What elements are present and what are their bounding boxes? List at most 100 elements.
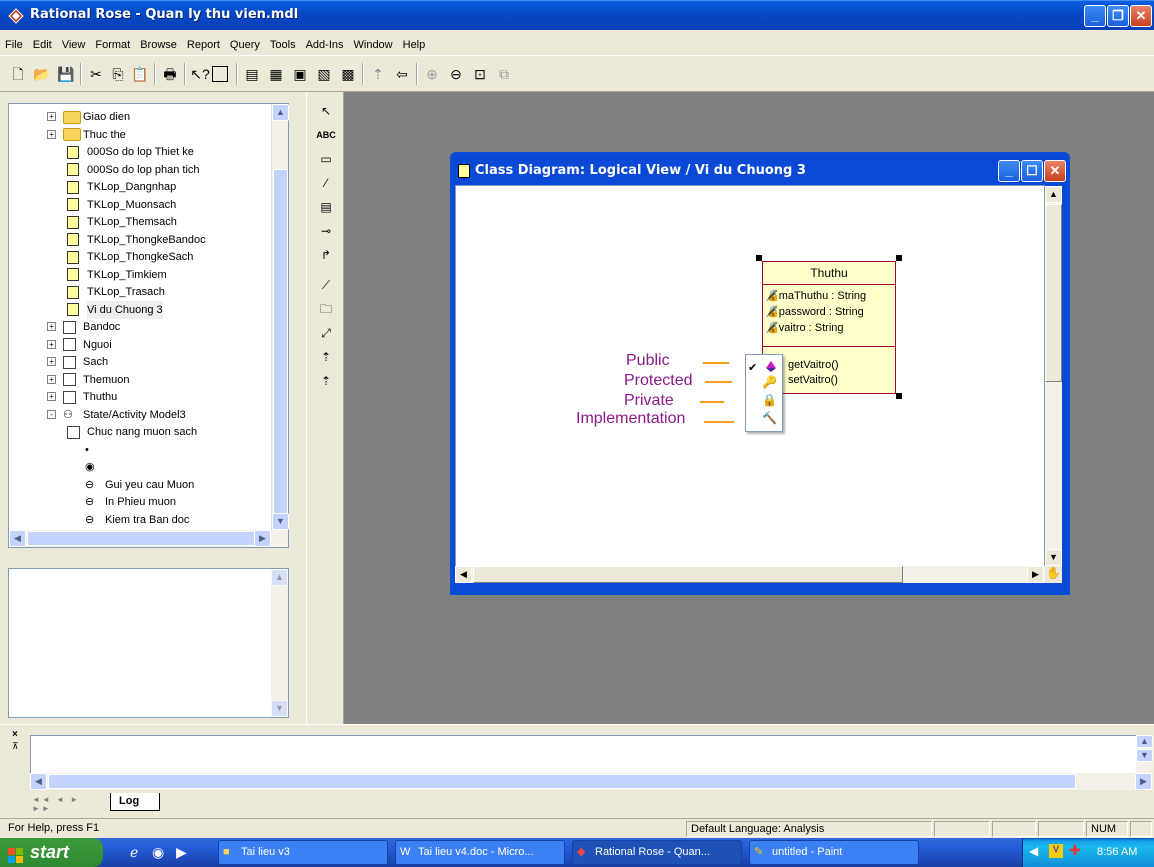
selection-handle[interactable] bbox=[896, 393, 902, 399]
canvas-scroll-right-icon[interactable]: ▶ bbox=[1027, 566, 1044, 583]
browse-deployment-diagram-icon[interactable]: ▩ bbox=[338, 64, 358, 84]
firefox-quicklaunch-icon[interactable]: ◉ bbox=[152, 844, 164, 861]
menu-browse[interactable]: Browse bbox=[135, 30, 182, 51]
save-icon[interactable]: 💾 bbox=[56, 64, 76, 84]
anchor-note-tool-icon[interactable]: ⁄ bbox=[307, 172, 345, 194]
doc-scroll-down-icon[interactable]: ▼ bbox=[271, 700, 288, 717]
tray-arrow-icon[interactable]: ◀ bbox=[1029, 844, 1038, 858]
canvas-scroll-down-icon[interactable]: ▼ bbox=[1045, 549, 1062, 566]
scroll-left-icon[interactable]: ◀ bbox=[9, 530, 26, 547]
canvas-horizontal-scrollbar[interactable]: ◀ ▶ bbox=[455, 566, 1045, 583]
task-paint[interactable]: ✎ untitled - Paint bbox=[749, 840, 919, 865]
menu-tools[interactable]: Tools bbox=[265, 30, 301, 51]
operation-row[interactable]: setVaitro() bbox=[788, 374, 838, 386]
canvas-vscroll-thumb[interactable] bbox=[1045, 204, 1062, 382]
expander-icon[interactable]: + bbox=[47, 129, 56, 139]
browse-class-diagram-icon[interactable]: ▤ bbox=[242, 64, 262, 84]
selection-handle[interactable] bbox=[756, 255, 762, 261]
protected-visibility-icon[interactable]: 🔑 bbox=[762, 375, 777, 389]
minimize-button[interactable]: _ bbox=[1084, 5, 1106, 27]
unidirectional-association-tool-icon[interactable]: ⟋ bbox=[307, 274, 345, 296]
menu-help[interactable]: Help bbox=[398, 30, 431, 51]
browse-previous-icon[interactable]: ⇦ bbox=[392, 64, 412, 84]
cut-icon[interactable]: ✂ bbox=[86, 64, 106, 84]
canvas-hscroll-thumb[interactable] bbox=[473, 566, 903, 583]
menu-file[interactable]: File bbox=[0, 30, 28, 51]
log-scroll-right-icon[interactable]: ▶ bbox=[1135, 773, 1152, 790]
doc-scroll-up-icon[interactable]: ▲ bbox=[271, 569, 288, 586]
class-tool-icon[interactable]: ▤ bbox=[307, 196, 345, 218]
log-scroll-down-icon[interactable]: ▼ bbox=[1136, 749, 1153, 762]
tree-hscroll-thumb[interactable] bbox=[27, 531, 255, 546]
package-tool-icon[interactable]: 🗀 bbox=[307, 298, 345, 320]
scroll-down-icon[interactable]: ▼ bbox=[272, 513, 289, 530]
attribute-row[interactable]: 🔏maThuthu : String bbox=[765, 289, 866, 302]
log-vertical-scrollbar[interactable]: ▲ ▼ bbox=[1136, 735, 1153, 773]
browse-state-diagram-icon[interactable]: ▧ bbox=[314, 64, 334, 84]
close-button[interactable]: ✕ bbox=[1130, 5, 1152, 27]
browse-parent-icon[interactable]: ⇡ bbox=[368, 64, 388, 84]
operation-row[interactable]: getVaitro() bbox=[788, 359, 839, 371]
expander-icon[interactable]: - bbox=[47, 409, 56, 419]
log-hscroll-thumb[interactable] bbox=[48, 774, 1076, 789]
text-tool[interactable]: ABC bbox=[307, 124, 345, 146]
menu-query[interactable]: Query bbox=[225, 30, 265, 51]
expander-icon[interactable]: + bbox=[47, 322, 56, 331]
view-doc-window-icon[interactable] bbox=[212, 66, 228, 82]
log-horizontal-scrollbar[interactable]: ◀ ▶ bbox=[30, 773, 1153, 790]
log-tab-nav-icons[interactable]: ◄◄ ◄ ► ►► bbox=[32, 795, 102, 813]
browse-interaction-diagram-icon[interactable]: ▦ bbox=[266, 64, 286, 84]
menu-format[interactable]: Format bbox=[90, 30, 135, 51]
menu-window[interactable]: Window bbox=[349, 30, 398, 51]
fit-in-window-icon[interactable]: ⊡ bbox=[470, 64, 490, 84]
tree-scroll-thumb[interactable] bbox=[273, 169, 288, 514]
selection-handle[interactable] bbox=[896, 255, 902, 261]
dependency-tool-icon[interactable]: ⤢ bbox=[307, 322, 345, 344]
menu-add-ins[interactable]: Add-Ins bbox=[301, 30, 349, 51]
zoom-out-icon[interactable]: ⊖ bbox=[446, 64, 466, 84]
task-tai-lieu-v3[interactable]: ■ Tai lieu v3 bbox=[218, 840, 388, 865]
pan-hand-icon[interactable]: ✋ bbox=[1045, 566, 1062, 583]
browse-component-diagram-icon[interactable]: ▣ bbox=[290, 64, 310, 84]
clock[interactable]: 8:56 AM bbox=[1097, 846, 1137, 858]
private-visibility-icon[interactable]: 🔒 bbox=[762, 393, 777, 407]
canvas-vertical-scrollbar[interactable]: ▲ ▼ bbox=[1045, 186, 1062, 566]
task-word-doc[interactable]: W Tai lieu v4.doc - Micro... bbox=[395, 840, 565, 865]
tree-vertical-scrollbar[interactable]: ▲ ▼ bbox=[271, 104, 289, 530]
interface-tool-icon[interactable]: ⊸ bbox=[307, 220, 345, 242]
tray-language-icon[interactable]: V bbox=[1049, 844, 1063, 858]
menu-report[interactable]: Report bbox=[182, 30, 225, 51]
ie-quicklaunch-icon[interactable]: ℯ bbox=[130, 844, 138, 861]
doc-scrollbar[interactable]: ▲ ▼ bbox=[271, 569, 288, 717]
expander-icon[interactable]: + bbox=[47, 112, 56, 121]
log-close-icon[interactable]: × bbox=[12, 729, 18, 740]
new-file-icon[interactable]: 🗋 bbox=[8, 64, 28, 84]
diagram-maximize-button[interactable]: ☐ bbox=[1021, 160, 1043, 182]
tray-antivirus-icon[interactable]: ✚ bbox=[1069, 842, 1081, 859]
tab-log[interactable]: Log bbox=[110, 793, 160, 811]
log-scroll-up-icon[interactable]: ▲ bbox=[1136, 735, 1153, 748]
scroll-right-icon[interactable]: ▶ bbox=[254, 530, 271, 547]
attribute-row[interactable]: 🔏password : String bbox=[765, 305, 864, 318]
association-tool-icon[interactable]: ↱ bbox=[307, 244, 345, 266]
menu-view[interactable]: View bbox=[57, 30, 91, 51]
zoom-in-icon[interactable]: ⊕ bbox=[422, 64, 442, 84]
start-button[interactable]: start bbox=[0, 838, 103, 867]
print-icon[interactable]: 🖶 bbox=[160, 64, 180, 84]
paste-icon[interactable]: 📋 bbox=[130, 64, 150, 84]
model-browser-tree[interactable]: + Giao dien + Thuc the 000So do lop Thiet ke… bbox=[8, 103, 289, 548]
attribute-row[interactable]: 🔏vaitro : String bbox=[765, 321, 844, 334]
task-rational-rose[interactable]: ◆ Rational Rose - Quan... bbox=[572, 840, 742, 865]
tree-horizontal-scrollbar[interactable]: ◀ ▶ bbox=[9, 530, 288, 547]
selection-tool-icon[interactable]: ↖ bbox=[307, 100, 345, 122]
expander-icon[interactable]: + bbox=[47, 339, 56, 349]
realize-tool-icon[interactable]: ⇡ bbox=[307, 370, 345, 392]
generalization-tool-icon[interactable]: ⇡ bbox=[307, 346, 345, 368]
scroll-up-icon[interactable]: ▲ bbox=[272, 104, 289, 121]
canvas-scroll-left-icon[interactable]: ◀ bbox=[455, 566, 472, 583]
undo-fit-icon[interactable]: ⧉ bbox=[494, 64, 514, 84]
context-help-icon[interactable]: ↖? bbox=[190, 64, 210, 84]
public-visibility-icon[interactable] bbox=[764, 359, 778, 373]
expander-icon[interactable]: + bbox=[47, 357, 56, 366]
menu-edit[interactable]: Edit bbox=[28, 30, 57, 51]
